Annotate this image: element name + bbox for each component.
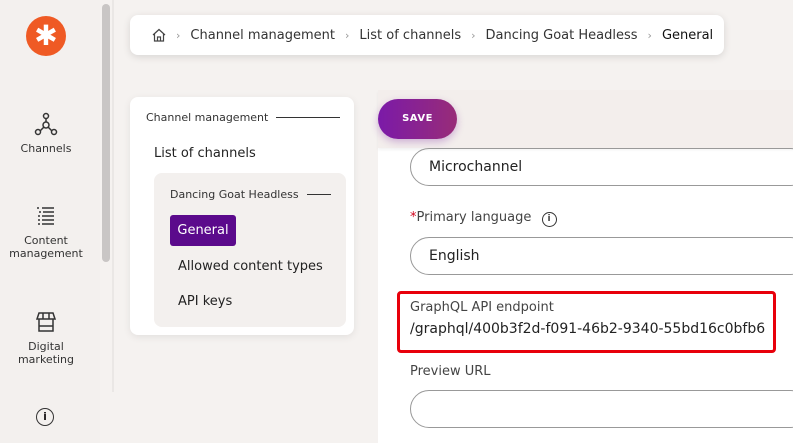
preview-url-label: Preview URL — [410, 364, 491, 379]
breadcrumb-item[interactable]: Channel management — [190, 28, 335, 43]
divider — [112, 0, 114, 392]
nav-section-title: Channel management — [146, 111, 269, 124]
sidebar-item-digital-marketing[interactable]: Digital marketing — [0, 310, 92, 366]
content-list-icon — [37, 207, 54, 225]
chevron-right-icon: › — [647, 28, 652, 42]
nav-list-of-channels[interactable]: List of channels — [154, 146, 256, 161]
nav-group-title: Dancing Goat Headless — [170, 188, 299, 201]
breadcrumb-item[interactable]: List of channels — [359, 28, 461, 43]
chevron-right-icon: › — [345, 28, 350, 42]
save-button[interactable]: SAVE — [378, 99, 457, 139]
graphql-endpoint-label: GraphQL API endpoint — [410, 300, 554, 315]
nav-item-general[interactable]: General — [170, 215, 236, 246]
nav-item-api-keys[interactable]: API keys — [178, 294, 232, 309]
primary-language-label: *Primary language i — [410, 210, 557, 227]
channels-icon — [34, 112, 58, 136]
chevron-right-icon: › — [176, 28, 181, 42]
primary-language-select[interactable]: English — [410, 237, 793, 275]
sidebar-item-label: Content management — [9, 234, 83, 260]
info-icon[interactable]: i — [36, 408, 54, 426]
nav-group: Dancing Goat Headless General Allowed co… — [154, 173, 346, 327]
channel-type-field[interactable]: Microchannel — [410, 148, 793, 186]
sidebar-item-label: Channels — [20, 142, 72, 155]
breadcrumb-item[interactable]: Dancing Goat Headless — [486, 28, 638, 43]
chevron-right-icon: › — [471, 28, 476, 42]
sidebar-item-channels[interactable]: Channels — [0, 112, 92, 155]
breadcrumb: › Channel management › List of channels … — [130, 15, 724, 55]
channel-nav: Channel management List of channels Danc… — [130, 97, 354, 335]
sidebar: ✱ Channels Content management Digital ma… — [0, 0, 100, 443]
xperience-logo[interactable]: ✱ — [26, 16, 66, 56]
home-icon[interactable] — [152, 28, 166, 42]
divider — [306, 194, 331, 195]
nav-group-header: Dancing Goat Headless — [170, 188, 331, 201]
sidebar-item-label: Digital marketing — [17, 340, 75, 366]
info-icon[interactable]: i — [541, 212, 557, 227]
nav-section-header: Channel management — [146, 111, 341, 124]
divider — [276, 117, 341, 118]
store-icon — [35, 312, 57, 332]
label-text: Primary language — [416, 210, 532, 225]
sidebar-scrollbar[interactable] — [102, 4, 110, 262]
preview-url-input[interactable] — [410, 390, 793, 428]
graphql-endpoint-value: /graphql/400b3f2d-f091-46b2-9340-55bd16c… — [410, 321, 766, 337]
nav-item-allowed-content-types[interactable]: Allowed content types — [178, 259, 323, 274]
sidebar-item-content-management[interactable]: Content management — [0, 204, 92, 260]
breadcrumb-current: General — [661, 27, 714, 43]
